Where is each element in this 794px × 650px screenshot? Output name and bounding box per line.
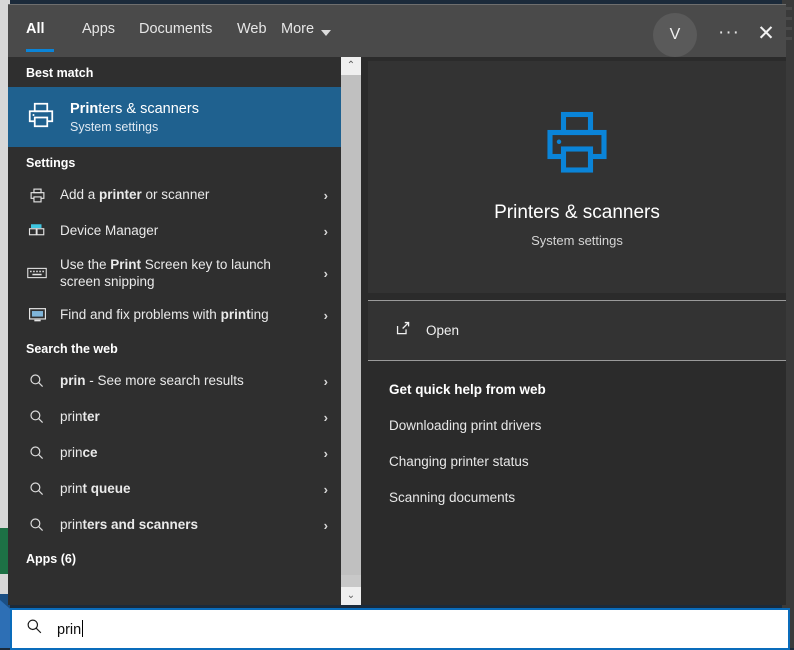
result-label: prin - See more search results <box>60 373 244 388</box>
device-manager-icon <box>24 222 50 240</box>
scrollbar-down-arrow[interactable]: ⌄ <box>341 587 361 605</box>
search-results-list[interactable]: Best match Printers & scanners System se… <box>8 57 341 605</box>
chevron-right-icon[interactable]: › <box>324 308 328 323</box>
quick-help-section: Get quick help from web Downloading prin… <box>389 382 779 505</box>
printer-icon-large <box>538 107 616 184</box>
tab-documents[interactable]: Documents <box>139 21 212 37</box>
scrollbar-thumb[interactable] <box>341 75 361 575</box>
results-scrollbar[interactable]: ⌃ ⌄ <box>341 57 361 605</box>
text-cursor <box>82 620 84 637</box>
result-label: Use the Print Screen key to launch scree… <box>60 257 271 289</box>
preview-title: Printers & scanners <box>494 201 660 223</box>
quick-help-link-scanning-documents[interactable]: Scanning documents <box>389 490 779 505</box>
avatar[interactable]: V <box>653 13 697 57</box>
result-label: printer <box>60 409 100 424</box>
result-label: Find and fix problems with printing <box>60 307 269 322</box>
best-match-subtitle: System settings <box>70 119 159 134</box>
divider <box>368 360 786 361</box>
open-label: Open <box>426 323 460 338</box>
tab-more[interactable]: More <box>281 21 314 37</box>
result-label: print queue <box>60 481 131 496</box>
preview-pane: Printers & scanners System settings Open… <box>361 57 786 605</box>
tab-active-underline <box>26 49 54 52</box>
tab-apps[interactable]: Apps <box>82 21 115 37</box>
result-add-printer-or-scanner[interactable]: Add a printer or scanner › <box>8 177 341 213</box>
search-tabbar: All Apps Documents Web More V ··· ✕ <box>8 5 786 57</box>
result-find-fix-printing-problems[interactable]: Find and fix problems with printing › <box>8 297 341 333</box>
chevron-right-icon[interactable]: › <box>324 188 328 203</box>
result-best-match[interactable]: Printers & scanners System settings <box>8 87 341 147</box>
close-icon[interactable]: ✕ <box>748 19 784 49</box>
troubleshoot-icon <box>24 307 50 323</box>
result-label: Device Manager <box>60 223 159 238</box>
chevron-right-icon[interactable]: › <box>324 482 328 497</box>
chevron-right-icon[interactable]: › <box>324 446 328 461</box>
result-label: prince <box>60 445 98 460</box>
preview-hero: Printers & scanners System settings <box>368 61 786 293</box>
result-device-manager[interactable]: Device Manager › <box>8 213 341 249</box>
search-icon <box>26 618 43 640</box>
quick-help-link-downloading-print-drivers[interactable]: Downloading print drivers <box>389 418 779 433</box>
chevron-right-icon[interactable]: › <box>324 374 328 389</box>
search-input-value: prin <box>57 620 84 638</box>
printer-icon <box>26 100 56 135</box>
quick-help-header: Get quick help from web <box>389 382 546 397</box>
keyboard-icon <box>24 266 50 280</box>
chevron-right-icon[interactable]: › <box>324 410 328 425</box>
result-label: Add a printer or scanner <box>60 187 210 202</box>
preview-subtitle: System settings <box>531 232 623 248</box>
search-icon <box>24 373 50 389</box>
search-input[interactable]: prin <box>10 608 790 650</box>
best-match-title: Printers & scanners <box>70 100 199 117</box>
quick-help-link-changing-printer-status[interactable]: Changing printer status <box>389 454 779 469</box>
search-icon <box>24 445 50 461</box>
windows-search-panel: All Apps Documents Web More V ··· ✕ Best… <box>8 4 786 605</box>
web-result-print-queue[interactable]: print queue › <box>8 471 341 507</box>
result-print-screen-snipping[interactable]: Use the Print Screen key to launch scree… <box>8 249 341 297</box>
chevron-right-icon[interactable]: › <box>324 518 328 533</box>
web-result-printers-and-scanners[interactable]: printers and scanners › <box>8 507 341 543</box>
tab-all[interactable]: All <box>26 21 45 37</box>
web-result-prince[interactable]: prince › <box>8 435 341 471</box>
section-header-settings: Settings <box>26 156 76 170</box>
section-header-search-the-web: Search the web <box>26 342 118 356</box>
chevron-down-icon[interactable] <box>321 30 331 36</box>
web-result-see-more[interactable]: prin - See more search results › <box>8 363 341 399</box>
search-icon <box>24 409 50 425</box>
search-icon <box>24 517 50 533</box>
open-external-icon <box>395 320 412 342</box>
section-header-best-match: Best match <box>26 66 94 80</box>
printer-icon <box>24 187 50 204</box>
open-action[interactable]: Open <box>368 301 786 360</box>
scrollbar-up-arrow[interactable]: ⌃ <box>341 57 361 75</box>
chevron-right-icon[interactable]: › <box>324 266 328 281</box>
tab-web[interactable]: Web <box>237 21 267 37</box>
result-label: printers and scanners <box>60 517 199 532</box>
chevron-right-icon[interactable]: › <box>324 224 328 239</box>
web-result-printer[interactable]: printer › <box>8 399 341 435</box>
section-header-apps: Apps (6) <box>26 552 76 566</box>
more-options-button[interactable]: ··· <box>711 22 747 48</box>
search-icon <box>24 481 50 497</box>
